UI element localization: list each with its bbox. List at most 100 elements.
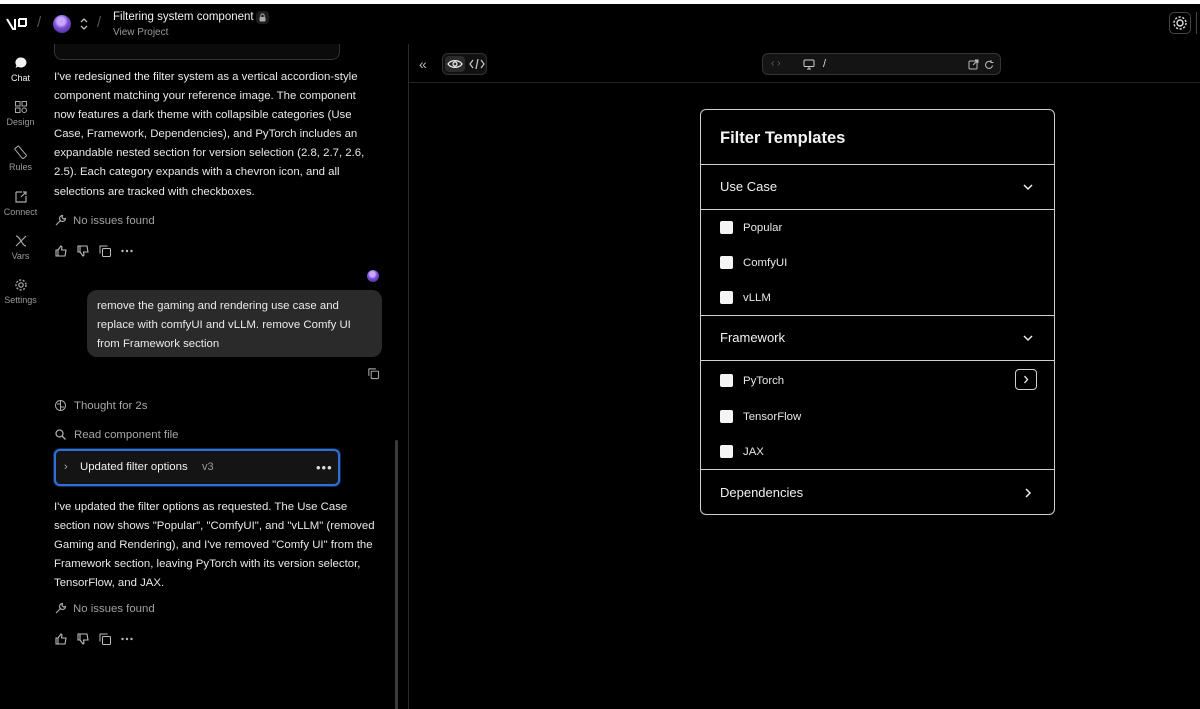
option-label: TensorFlow xyxy=(743,410,802,423)
panel-title: Filter Templates xyxy=(720,129,846,147)
divider xyxy=(701,469,1054,470)
collapse-icon[interactable]: « xyxy=(419,56,427,72)
code-icon[interactable] xyxy=(468,56,486,72)
ruler-icon xyxy=(13,145,27,159)
user-avatar[interactable] xyxy=(53,15,71,33)
top-bar: / / Filtering system component View Proj… xyxy=(0,4,1200,44)
separator-slash: / xyxy=(37,14,42,31)
rail-item-vars[interactable]: Vars xyxy=(0,234,41,261)
divider xyxy=(701,209,1054,210)
chevron-updown-icon[interactable] xyxy=(78,15,90,33)
status-text: No issues found xyxy=(73,602,155,615)
divider xyxy=(701,164,1054,165)
chevron-right-icon[interactable] xyxy=(1022,487,1034,499)
thumbs-up-icon[interactable] xyxy=(54,244,68,258)
pytorch-expand-button[interactable] xyxy=(1015,369,1037,390)
chat-scrollbar[interactable] xyxy=(395,440,398,709)
open-external-and-refresh-icons[interactable] xyxy=(968,59,996,71)
more-icon[interactable] xyxy=(120,632,134,646)
thought-indicator[interactable]: Thought for 2s xyxy=(54,399,147,412)
view-mode-toggle xyxy=(442,53,487,75)
chevron-right-icon xyxy=(1024,375,1029,384)
section-header-framework[interactable]: Framework xyxy=(720,330,785,345)
gear-icon xyxy=(1173,16,1187,30)
checkbox[interactable] xyxy=(720,221,733,234)
eye-icon[interactable] xyxy=(445,56,465,72)
rail-item-connect[interactable]: Connect xyxy=(0,190,41,217)
thumbs-up-icon[interactable] xyxy=(54,632,68,646)
checkbox[interactable] xyxy=(720,256,733,269)
settings-button[interactable] xyxy=(1169,12,1191,34)
copy-icon[interactable] xyxy=(98,244,112,258)
user-message: remove the gaming and rendering use case… xyxy=(87,290,382,357)
separator-slash: / xyxy=(97,14,102,31)
option-popular[interactable]: Popular xyxy=(720,221,782,234)
window-edge xyxy=(1196,12,1200,34)
wrench-icon xyxy=(55,602,67,614)
search-icon xyxy=(55,429,66,440)
divider xyxy=(701,315,1054,316)
project-title[interactable]: Filtering system component xyxy=(113,11,254,23)
v0-logo-icon[interactable] xyxy=(6,16,32,32)
section-header-dependencies[interactable]: Dependencies xyxy=(720,485,803,500)
copy-icon[interactable] xyxy=(367,367,380,380)
option-label: JAX xyxy=(743,445,764,458)
checkbox[interactable] xyxy=(720,445,733,458)
more-icon[interactable] xyxy=(120,244,134,258)
previous-card xyxy=(54,44,340,60)
preview-url-bar[interactable]: ‹ › / xyxy=(762,53,1001,75)
section-header-use-case[interactable]: Use Case xyxy=(720,179,777,194)
option-label: Popular xyxy=(743,221,783,234)
assistant-message: I've redesigned the filter system as a v… xyxy=(54,71,365,198)
preview-toolbar: « ‹ › / xyxy=(409,44,1200,83)
rail-item-chat[interactable]: Chat xyxy=(0,56,41,83)
checkbox[interactable] xyxy=(720,410,733,423)
monitor-icon[interactable] xyxy=(803,59,815,70)
chevron-down-icon[interactable] xyxy=(1022,181,1034,193)
rail-label-connect: Connect xyxy=(3,207,38,217)
divider xyxy=(701,360,1054,361)
rail-label-vars: Vars xyxy=(11,251,30,261)
message-actions xyxy=(54,632,134,646)
version-badge: v3 xyxy=(202,461,214,473)
chat-panel: I've redesigned the filter system as a v… xyxy=(42,44,402,709)
tool-step-text: Read component file xyxy=(74,428,179,441)
version-card-title: Updated filter options xyxy=(80,461,188,473)
checkbox[interactable] xyxy=(720,291,733,304)
option-pytorch[interactable]: PyTorch xyxy=(720,374,784,387)
brain-icon xyxy=(55,400,66,411)
tool-step[interactable]: Read component file xyxy=(54,428,178,441)
url-path: / xyxy=(823,58,827,70)
rail-item-settings[interactable]: Settings xyxy=(0,278,41,305)
lock-icon xyxy=(256,11,269,24)
copy-icon[interactable] xyxy=(98,632,112,646)
thumbs-down-icon[interactable] xyxy=(76,632,90,646)
option-comfyui[interactable]: ComfyUI xyxy=(720,256,787,269)
option-jax[interactable]: JAX xyxy=(720,445,764,458)
assistant-message: I've updated the filter options as reque… xyxy=(54,501,375,590)
chevron-right-icon: › xyxy=(64,461,68,473)
version-card[interactable]: › Updated filter options v3 ••• xyxy=(54,449,340,486)
rail-item-design[interactable]: Design xyxy=(0,100,41,127)
option-label: ComfyUI xyxy=(743,256,788,269)
option-label: PyTorch xyxy=(743,374,785,387)
nav-arrows-icon[interactable]: ‹ › xyxy=(771,58,780,69)
panel-divider[interactable] xyxy=(408,44,409,709)
app-window: / / Filtering system component View Proj… xyxy=(0,4,1200,709)
option-tensorflow[interactable]: TensorFlow xyxy=(720,410,801,423)
chevron-down-icon[interactable] xyxy=(1022,332,1034,344)
filter-templates-panel: Filter Templates Use Case Popular ComfyU… xyxy=(700,109,1055,515)
status-text: No issues found xyxy=(73,214,155,227)
chat-bubble-icon xyxy=(14,57,26,68)
option-vllm[interactable]: vLLM xyxy=(720,291,771,304)
checkbox[interactable] xyxy=(720,374,733,387)
design-grid-icon xyxy=(14,101,27,113)
rail-label-rules: Rules xyxy=(8,162,32,172)
rail-item-rules[interactable]: Rules xyxy=(0,145,41,172)
thumbs-down-icon[interactable] xyxy=(76,244,90,258)
view-project-link[interactable]: View Project xyxy=(113,27,168,38)
message-actions xyxy=(54,244,134,258)
rail-label-settings: Settings xyxy=(4,295,37,305)
rail-label-chat: Chat xyxy=(10,73,30,83)
more-icon[interactable]: ••• xyxy=(316,460,333,475)
